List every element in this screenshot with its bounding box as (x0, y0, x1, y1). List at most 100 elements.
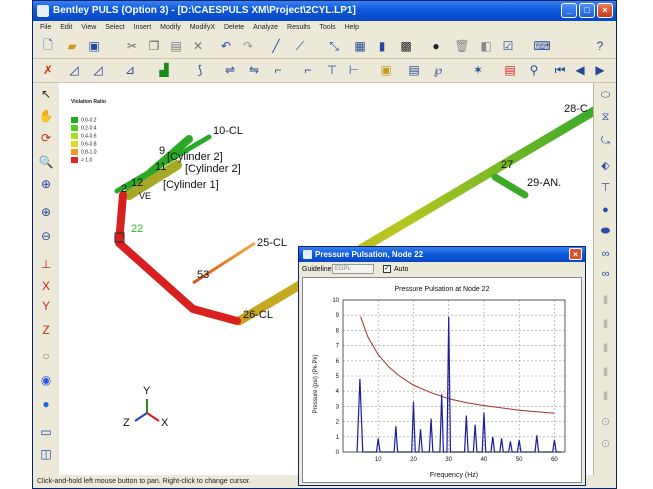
maximize-button[interactable]: □ (579, 3, 595, 18)
shaded-icon[interactable]: ◉ (37, 371, 55, 389)
reducer-element-icon[interactable]: ⬖ (597, 157, 614, 174)
support-c-icon[interactable]: ⫴ (597, 341, 614, 358)
zoom-icon[interactable]: 🔍 (37, 153, 55, 171)
rotate-icon[interactable]: ⟳ (37, 129, 55, 147)
tee-icon[interactable]: ⊤ (323, 61, 341, 79)
y-tick-label: 10 (332, 298, 339, 304)
x-tick-label: 60 (551, 457, 558, 463)
split-view-icon[interactable]: ◫ (37, 445, 55, 463)
pipe-riser-red[interactable] (115, 191, 241, 325)
calculator-icon[interactable]: ▤ (405, 61, 423, 79)
menu-select[interactable]: Select (105, 24, 124, 31)
redo-icon[interactable]: ↷ (239, 37, 257, 55)
bend-icon[interactable]: ⌐ (269, 61, 287, 79)
help-icon[interactable]: ? (591, 37, 609, 55)
node-label-icon[interactable]: ◿ (65, 61, 83, 79)
pan-hand-icon[interactable]: ✋ (37, 107, 55, 125)
draw-pipe-icon[interactable]: ╱ (267, 37, 285, 55)
lbs-units-icon[interactable]: ▩ (397, 37, 415, 55)
rpm-icon[interactable]: ● (427, 37, 445, 55)
keyboard-icon[interactable]: ⌨ (533, 37, 551, 55)
legend-swatch (71, 125, 78, 131)
support-d-icon[interactable]: ⫴ (597, 365, 614, 382)
x-tick-label: 50 (516, 457, 523, 463)
pipe-fitting-icon[interactable]: ⟆ (191, 61, 209, 79)
menu-modify[interactable]: Modify (160, 24, 181, 31)
bucket-icon[interactable]: ◧ (477, 37, 495, 55)
single-view-icon[interactable]: ▭ (37, 423, 55, 441)
pipe-27-29[interactable] (491, 173, 529, 199)
flange-icon[interactable]: ⇋ (245, 61, 263, 79)
hanger-icon[interactable]: ∞ (597, 265, 614, 282)
paste-icon[interactable]: ▤ (167, 37, 185, 55)
vessel-icon[interactable]: ● (597, 201, 614, 218)
report-icon[interactable]: ▦ (351, 37, 369, 55)
iso-view-icon[interactable]: ⊥ (37, 255, 55, 273)
guideline-series-line (360, 316, 555, 414)
valve-icon[interactable]: ⧖ (597, 109, 614, 126)
y-view-icon[interactable]: Y (37, 297, 55, 315)
branch-icon[interactable]: ⊢ (345, 61, 363, 79)
menu-file[interactable]: File (40, 24, 51, 31)
copy-icon[interactable]: ❐ (145, 37, 163, 55)
menu-edit[interactable]: Edit (60, 24, 72, 31)
cut-icon[interactable]: ✂ (123, 37, 141, 55)
support-b-icon[interactable]: ⫴ (597, 317, 614, 334)
element-label-icon[interactable]: ◿ (89, 61, 107, 79)
guideline-select[interactable]: EDPL (332, 264, 374, 274)
bend-element-icon[interactable]: ⤿ (597, 133, 614, 150)
support-a-icon[interactable]: ⫴ (597, 293, 614, 310)
x-view-icon[interactable]: X (37, 277, 55, 295)
pressure-pulsation-dialog[interactable]: Pressure Pulsation, Node 22 × Guideline … (298, 246, 586, 486)
pipe-color-icon[interactable]: ▟ (155, 61, 173, 79)
pipe-element-icon[interactable]: ⬭ (597, 87, 614, 104)
trash-icon[interactable]: 🗑 (453, 37, 471, 55)
prev-frame-icon[interactable]: ◀ (571, 61, 589, 79)
auto-checkbox[interactable]: ✓ (383, 265, 391, 273)
zoom-in-icon[interactable]: ⊕ (37, 203, 55, 221)
menu-insert[interactable]: Insert (134, 24, 152, 31)
z-view-icon[interactable]: Z (37, 321, 55, 339)
menu-analyze[interactable]: Analyze (253, 24, 278, 31)
stress-icon[interactable]: ✶ (469, 61, 487, 79)
delete-icon[interactable]: ✕ (189, 37, 207, 55)
dialog-title-bar[interactable]: Pressure Pulsation, Node 22 × (299, 247, 585, 262)
wireframe-icon[interactable]: ○ (37, 347, 55, 365)
sphere-icon[interactable]: ● (37, 395, 55, 413)
menu-modifyx[interactable]: ModifyX (190, 24, 215, 31)
first-frame-icon[interactable]: ⏮ (551, 61, 569, 79)
undo-icon[interactable]: ↶ (217, 37, 235, 55)
gauge-icon[interactable]: ⊿ (121, 61, 139, 79)
checklist-icon[interactable]: ☑ (499, 37, 517, 55)
zoom-out-icon[interactable]: ⊖ (37, 227, 55, 245)
menu-view[interactable]: View (81, 24, 96, 31)
next-frame-icon[interactable]: ▶ (591, 61, 609, 79)
draw-element-icon[interactable]: ⟋ (291, 37, 309, 55)
menu-help[interactable]: Help (345, 24, 359, 31)
pointer-icon[interactable]: ↖ (37, 85, 55, 103)
legend-swatch (71, 117, 78, 123)
zoom-window-icon[interactable]: ⊕ (37, 175, 55, 193)
minimize-button[interactable]: _ (561, 3, 577, 18)
menu-delete[interactable]: Delete (224, 24, 244, 31)
battery-icon[interactable]: ▮ (373, 37, 391, 55)
support-e-icon[interactable]: ⫴ (597, 389, 614, 406)
reducer-icon[interactable]: ⇌ (221, 61, 239, 79)
close-button[interactable]: × (597, 3, 613, 18)
save-icon[interactable]: ▣ (85, 37, 103, 55)
support-icon[interactable]: ▣ (377, 61, 395, 79)
elbow-icon[interactable]: ⌐ (299, 61, 317, 79)
select-mode-icon[interactable]: ✗ (39, 61, 57, 79)
measure-icon[interactable]: ⚲ (525, 61, 543, 79)
tee-element-icon[interactable]: ⊤ (597, 179, 614, 196)
pressure-plot-icon[interactable]: ℘ (429, 61, 447, 79)
orifice-icon[interactable]: ⬬ (597, 223, 614, 240)
dialog-close-button[interactable]: × (569, 248, 582, 260)
element-spec-icon[interactable]: ⤡ (325, 37, 343, 55)
color-scale-icon[interactable]: ▤ (501, 61, 519, 79)
menu-tools[interactable]: Tools (319, 24, 335, 31)
new-file-icon[interactable]: 🗋 (39, 37, 57, 55)
spring-icon[interactable]: ∞ (597, 245, 614, 262)
open-folder-icon[interactable]: ▰ (63, 37, 81, 55)
menu-results[interactable]: Results (287, 24, 310, 31)
